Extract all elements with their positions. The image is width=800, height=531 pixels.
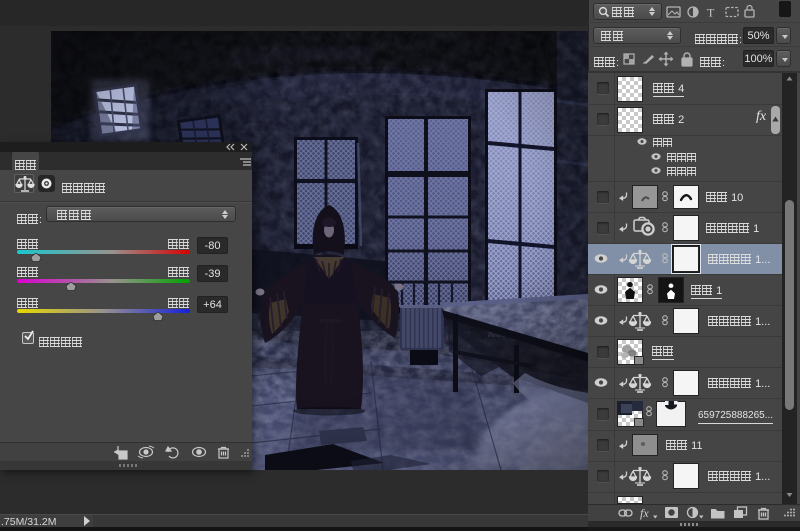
svg-text:fx: fx	[640, 506, 649, 520]
svg-text:T: T	[707, 6, 715, 20]
